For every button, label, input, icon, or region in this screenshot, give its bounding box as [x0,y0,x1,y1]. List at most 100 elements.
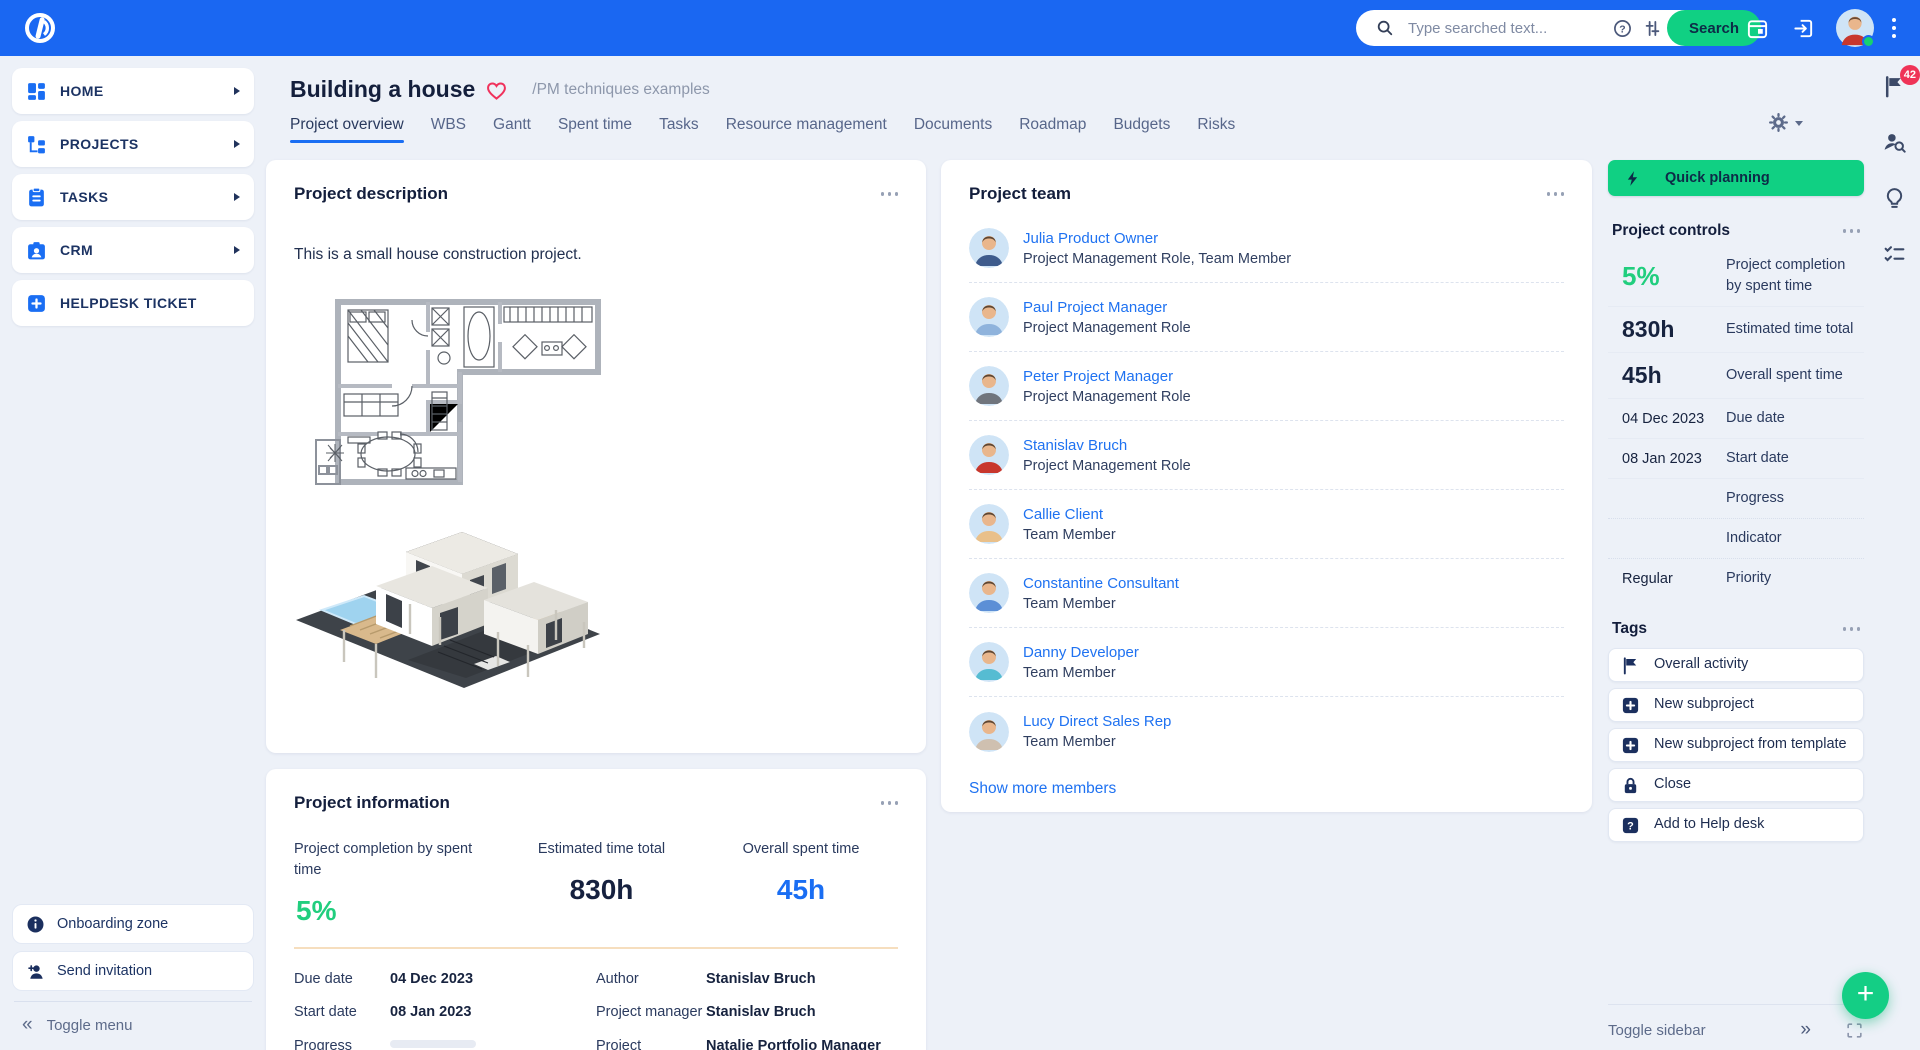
detail-value: Natalie Portfolio Manager [706,1036,881,1050]
chevron-right-icon [234,87,240,95]
panel-title: Project description [294,184,448,204]
tab-resource-management[interactable]: Resource management [726,116,887,143]
search-input[interactable] [1408,20,1607,37]
stat-label: Overall spent time [743,839,860,860]
member-name-link[interactable]: Constantine Consultant [1023,575,1179,592]
tab-risks[interactable]: Risks [1197,116,1235,143]
sidebar-item-home[interactable]: HOME [12,68,254,114]
team-member-row: Callie Client Team Member [969,490,1564,559]
member-name-link[interactable]: Lucy Direct Sales Rep [1023,713,1171,730]
member-name-link[interactable]: Peter Project Manager [1023,368,1191,385]
member-role: Team Member [1023,665,1139,681]
user-avatar[interactable] [1836,9,1874,47]
show-more-members-link[interactable]: Show more members [969,780,1564,798]
sidebar-item-label: HOME [60,83,234,99]
floor-plan-image [308,294,608,490]
tab-spent-time[interactable]: Spent time [558,116,632,143]
member-avatar[interactable] [969,642,1009,682]
control-label: Priority [1726,568,1864,589]
member-name-link[interactable]: Stanislav Bruch [1023,437,1191,454]
plus-square-icon [26,293,47,314]
crm-badge-icon [26,240,47,261]
sidebar-footer-send-invitation[interactable]: Send invitation [12,951,254,991]
member-avatar[interactable] [969,573,1009,613]
control-label: Start date [1726,448,1864,469]
sidebar-item-crm[interactable]: CRM [12,227,254,273]
page-header: Building a house /PM techniques examples… [290,76,1235,143]
description-text: This is a small house construction proje… [294,246,926,264]
search-filters-icon[interactable] [1642,18,1662,38]
home-grid-icon [26,81,47,102]
panel-menu-icon[interactable] [1545,188,1567,200]
overall-activity-button[interactable]: Overall activity [1608,648,1864,682]
sidebar-item-tasks[interactable]: TASKS [12,174,254,220]
panel-menu-icon[interactable] [879,797,901,809]
close-button[interactable]: Close [1608,768,1864,802]
favorite-heart-icon[interactable] [485,80,508,101]
section-menu-icon[interactable] [1841,225,1863,237]
topbar-more-menu-icon[interactable] [1892,18,1896,38]
new-subproject-button[interactable]: New subproject [1608,688,1864,722]
question-square-icon: ? [1621,816,1640,835]
member-name-link[interactable]: Danny Developer [1023,644,1139,661]
tab-tasks[interactable]: Tasks [659,116,699,143]
tab-roadmap[interactable]: Roadmap [1019,116,1086,143]
panel-menu-icon[interactable] [879,188,901,200]
info-details-left: Due date04 Dec 2023 Start date08 Jan 202… [294,969,596,1050]
member-role: Team Member [1023,527,1116,543]
person-add-icon [26,962,45,981]
chevron-right-icon [234,193,240,201]
add-new-fab-button[interactable]: + [1842,972,1889,1019]
svg-text:?: ? [1619,24,1625,35]
search-help-icon[interactable]: ? [1612,18,1632,38]
member-avatar[interactable] [969,504,1009,544]
tab-bar: Project overview WBS Gantt Spent time Tasks R… [290,116,1235,143]
toggle-menu-button[interactable]: « Toggle menu [12,1014,254,1036]
page-settings[interactable] [1768,112,1803,133]
breadcrumb[interactable]: /PM techniques examples [532,81,709,99]
checklist-icon[interactable] [1882,242,1908,268]
member-name-link[interactable]: Julia Product Owner [1023,230,1291,247]
tab-documents[interactable]: Documents [914,116,992,143]
member-avatar[interactable] [969,297,1009,337]
calendar-icon[interactable] [1745,16,1769,40]
control-row-overall-spent-time: 45hOverall spent time [1608,353,1864,399]
member-name-link[interactable]: Callie Client [1023,506,1116,523]
toggle-sidebar-button[interactable]: Toggle sidebar [1608,1022,1800,1039]
member-name-link[interactable]: Paul Project Manager [1023,299,1191,316]
member-avatar[interactable] [969,712,1009,752]
quick-planning-button[interactable]: Quick planning [1608,160,1864,196]
house-3d-image [288,512,608,690]
user-search-icon[interactable] [1882,130,1908,156]
project-actions-list: Overall activity New subproject New subpro… [1608,648,1864,842]
control-label: Overall spent time [1726,365,1864,386]
activity-flag-icon[interactable]: 42 [1882,74,1908,100]
team-member-row: Lucy Direct Sales RepTeam Member [969,697,1564,766]
lightbulb-icon[interactable] [1882,186,1908,212]
tab-wbs[interactable]: WBS [431,116,466,143]
chevrons-right-icon[interactable]: » [1800,1019,1811,1041]
member-avatar[interactable] [969,366,1009,406]
project-controls-title: Project controls [1612,222,1730,240]
sidebar-divider [14,1001,252,1002]
detail-label: Progress [294,1036,390,1050]
team-member-row: Danny Developer Team Member [969,628,1564,697]
member-avatar[interactable] [969,228,1009,268]
tab-gantt[interactable]: Gantt [493,116,531,143]
sidebar-item-helpdesk-ticket[interactable]: HELPDESK TICKET [12,280,254,326]
tab-budgets[interactable]: Budgets [1113,116,1170,143]
tab-project-overview[interactable]: Project overview [290,116,404,143]
sidebar-item-label: HELPDESK TICKET [60,295,240,311]
app-logo-icon[interactable] [22,10,58,46]
fullscreen-icon[interactable] [1845,1021,1864,1040]
sidebar-item-projects[interactable]: PROJECTS [12,121,254,167]
stat-value: 5% [296,895,499,927]
sidebar-footer: Onboarding zone Send invitation « Toggle … [12,904,254,1036]
add-to-help-desk-button[interactable]: ?Add to Help desk [1608,808,1864,842]
control-value: 5% [1608,261,1726,292]
logout-icon[interactable] [1791,16,1815,40]
member-avatar[interactable] [969,435,1009,475]
sidebar-footer-onboarding-zone[interactable]: Onboarding zone [12,904,254,944]
section-menu-icon[interactable] [1841,623,1863,635]
new-subproject-from-template-button[interactable]: New subproject from template [1608,728,1864,762]
